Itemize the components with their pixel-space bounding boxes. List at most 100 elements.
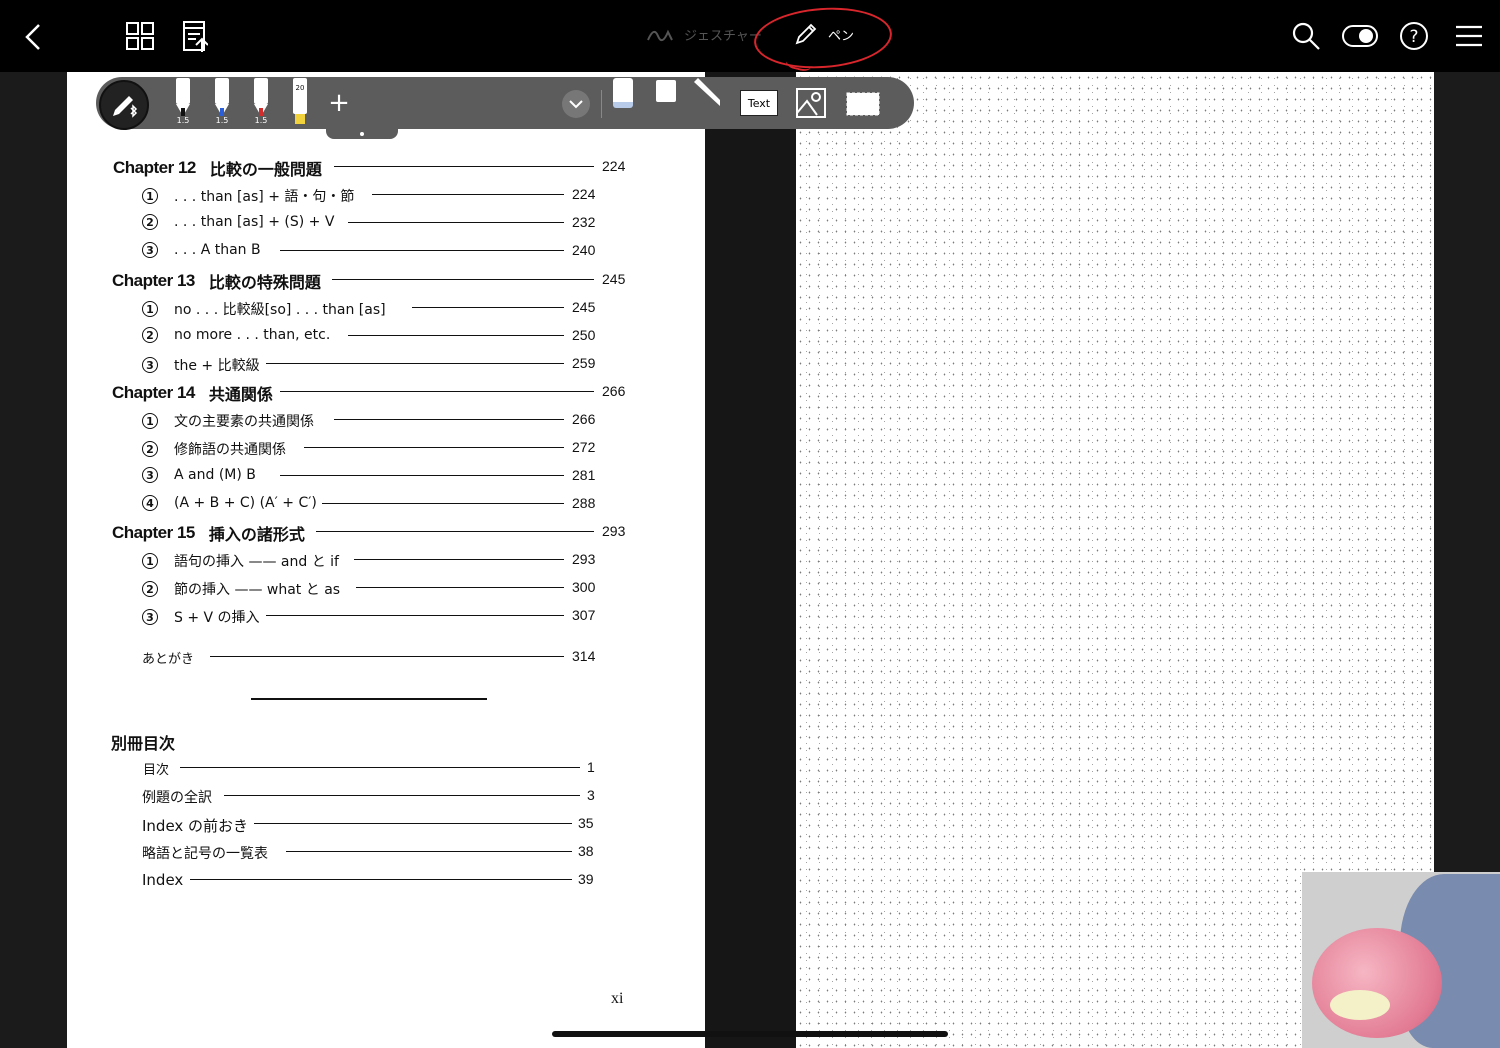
home-indicator[interactable] — [552, 1031, 948, 1037]
supplement-entry: 目次 — [143, 763, 170, 778]
apple-highlight — [1330, 990, 1390, 1020]
leader-line — [280, 250, 564, 251]
section-entry: 2 no more . . . than, etc. — [142, 327, 330, 343]
supplement-entry: Index — [142, 871, 184, 889]
pen-tool-red[interactable]: 1.5 — [251, 78, 271, 126]
chapter-heading: Chapter 12 比較の一般問題 — [113, 158, 322, 179]
page-number: 240 — [572, 242, 596, 258]
leader-line — [190, 879, 572, 880]
section-entry: 3. . . A than B — [142, 242, 261, 258]
leader-line — [332, 279, 594, 280]
export-icon[interactable] — [178, 18, 210, 54]
section-entry: 2 修飾語の共通関係 — [142, 439, 286, 459]
supplement-entry: 例題の全訳 — [142, 790, 212, 806]
leader-line — [254, 823, 572, 824]
leader-line — [412, 307, 564, 308]
leader-line — [322, 503, 564, 504]
page-gutter — [705, 72, 796, 1048]
leader-line — [266, 363, 564, 364]
lasso-tool[interactable] — [656, 80, 676, 102]
highlighter-yellow[interactable]: 20 — [290, 78, 310, 126]
page-number: 1 — [587, 759, 595, 775]
page-folio: xi — [611, 990, 624, 1007]
pen-settings-button[interactable] — [99, 80, 149, 130]
eraser-tool[interactable] — [613, 78, 633, 108]
pen-size-label: 1.5 — [254, 116, 268, 125]
highlighter-size-label: 20 — [295, 84, 305, 92]
page-number: 288 — [572, 495, 596, 511]
leader-line — [266, 615, 564, 616]
chapter-heading: Chapter 13 比較の特殊問題 — [112, 271, 321, 292]
pull-tab-indicator — [360, 132, 364, 136]
page-number: 300 — [572, 579, 596, 595]
leader-line — [224, 795, 580, 796]
section-entry: 1. . . than [as] + 語・句・節 — [142, 186, 354, 206]
page-number: 272 — [572, 439, 596, 455]
page-number: 232 — [572, 214, 596, 230]
section-entry: 3 the + 比較級 — [142, 355, 260, 375]
leader-line — [334, 419, 564, 420]
page-number: 281 — [572, 467, 596, 483]
leader-line — [354, 559, 564, 560]
chevron-down-icon[interactable] — [562, 90, 590, 118]
pen-size-label: 1.5 — [176, 116, 190, 125]
section-entry: 1 文の主要素の共通関係 — [142, 411, 314, 431]
chevron-left-icon[interactable] — [20, 20, 46, 54]
add-tool-button[interactable]: + — [326, 90, 352, 116]
pen-tool-blue[interactable]: 1.5 — [212, 78, 232, 126]
toggle-icon[interactable] — [1342, 24, 1378, 48]
supplement-entry: Index の前おき — [142, 817, 249, 835]
leader-line — [180, 767, 580, 768]
chapter-heading: Chapter 15 挿入の諸形式 — [112, 523, 305, 544]
pen-bluetooth-icon — [113, 96, 138, 118]
apple-illustration — [1312, 928, 1442, 1038]
leader-line — [348, 335, 564, 336]
image-tool-icon[interactable] — [794, 86, 828, 120]
page-number: 307 — [572, 607, 596, 623]
page-number: 35 — [578, 815, 594, 831]
supplement-heading: 別冊目次 — [111, 734, 176, 753]
plus-icon: + — [328, 88, 350, 118]
page-number: 38 — [578, 843, 594, 859]
supplement-entry: 略語と記号の一覧表 — [142, 846, 268, 862]
page-number: 3 — [587, 787, 595, 803]
leader-line — [356, 587, 564, 588]
page-number: 39 — [578, 871, 594, 887]
page-number: 259 — [572, 355, 596, 371]
ruler-tool[interactable] — [694, 76, 724, 106]
leader-line — [348, 222, 564, 223]
page-number: 224 — [602, 158, 626, 174]
gesture-mode-label: ジェスチャー — [684, 28, 762, 44]
leader-line — [334, 166, 594, 167]
leader-line — [316, 531, 594, 532]
pen-size-label: 1.5 — [215, 116, 229, 125]
grid-icon[interactable] — [124, 20, 156, 52]
leader-line — [286, 851, 572, 852]
section-entry: 4 (A + B + C) (A′ + C′) — [142, 495, 317, 511]
page-number: 245 — [572, 299, 596, 315]
page-number: 224 — [572, 186, 596, 202]
page-number: 250 — [572, 327, 596, 343]
toolbar-divider — [601, 90, 602, 118]
search-icon[interactable] — [1290, 20, 1322, 52]
page-number: 293 — [572, 551, 596, 567]
leader-line — [372, 194, 564, 195]
page-number: 314 — [572, 648, 596, 664]
chapter-heading: Chapter 14 共通関係 — [112, 383, 273, 404]
afterword-entry: あとがき — [142, 652, 195, 667]
gesture-mode-button[interactable]: ジェスチャー — [646, 22, 762, 46]
leader-line — [280, 475, 564, 476]
pen-tool-black[interactable]: 1.5 — [173, 78, 193, 126]
page-number: 266 — [572, 411, 596, 427]
page-number: 245 — [602, 271, 626, 287]
help-icon[interactable]: ? — [1398, 20, 1430, 52]
gesture-icon — [647, 29, 673, 42]
shape-selection-tool[interactable] — [845, 88, 881, 118]
menu-icon[interactable] — [1454, 22, 1484, 50]
section-entry: 1 語句の挿入 —— and と if — [142, 551, 339, 571]
help-glyph: ? — [1409, 27, 1418, 47]
page-number: 293 — [602, 523, 626, 539]
section-entry: 3S + V の挿入 — [142, 607, 260, 627]
page-number: 266 — [602, 383, 626, 399]
text-tool-button[interactable]: Text — [740, 90, 778, 116]
